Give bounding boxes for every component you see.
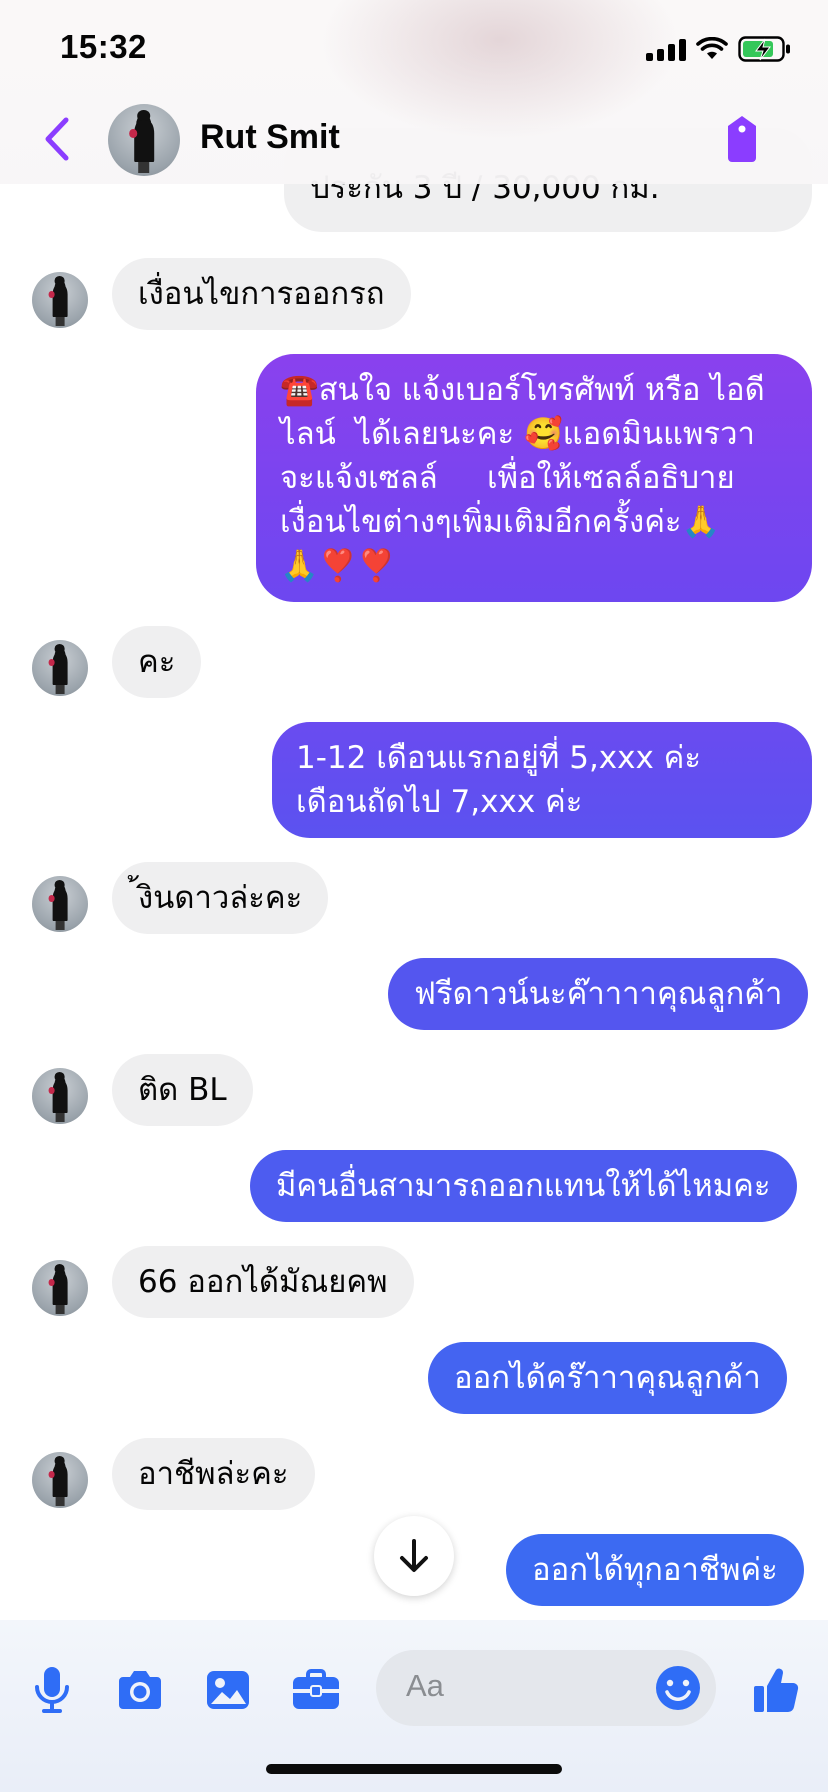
label-button[interactable] [722, 114, 762, 164]
thumbs-up-icon [754, 1668, 799, 1713]
gallery-button[interactable] [200, 1662, 256, 1718]
message-outgoing[interactable]: 1-12 เดือนแรกอยู่ที่ 5,xxx ค่ะ เดือนถัดไ… [272, 722, 812, 838]
contact-avatar-small[interactable] [32, 1260, 88, 1316]
microphone-button[interactable] [24, 1662, 80, 1718]
message-incoming[interactable]: ้งินดาวล่ะคะ [112, 862, 329, 934]
message-input-placeholder: Aa [406, 1668, 444, 1703]
message-list[interactable]: ประกัน 3 ปี / 30,000 กม. เงื่อนไขการออกร… [0, 0, 828, 1620]
contact-avatar-small[interactable] [32, 640, 88, 696]
message-incoming[interactable]: เงื่อนไขการออกรถ [112, 258, 411, 330]
camera-button[interactable] [112, 1662, 168, 1718]
message-outgoing[interactable]: ออกได้ทุกอาชีพค่ะ [506, 1534, 804, 1606]
message-incoming[interactable]: คะ [112, 626, 202, 698]
contact-avatar-small[interactable] [32, 1452, 88, 1508]
contact-name[interactable]: Rut Smit [200, 118, 340, 157]
emoji-button[interactable] [652, 1662, 704, 1714]
status-icons [646, 34, 792, 64]
message-outgoing[interactable]: มีคนอื่นสามารถออกแทนให้ได้ไหมคะ [250, 1150, 797, 1222]
message-outgoing[interactable]: ฟรีดาวน์นะค๊าาาาคุณลูกค้า [388, 958, 809, 1030]
chevron-left-icon [45, 117, 69, 161]
message-composer: Aa [0, 1620, 828, 1792]
image-icon [207, 1671, 249, 1709]
message-incoming[interactable]: ติด BL [112, 1054, 253, 1126]
message-outgoing[interactable]: ออกได้คร๊าาาคุณลูกค้า [428, 1342, 787, 1414]
cellular-signal-icon [646, 37, 686, 61]
camera-icon [119, 1671, 161, 1709]
business-tools-button[interactable] [288, 1662, 344, 1718]
briefcase-icon [293, 1669, 339, 1709]
battery-charging-icon [738, 36, 792, 62]
message-input[interactable]: Aa [376, 1650, 716, 1726]
contact-avatar[interactable] [108, 104, 180, 176]
message-outgoing[interactable]: ☎️สนใจ แจ้งเบอร์โทรศัพท์ หรือ ไอดีไลน์ ไ… [256, 354, 812, 602]
back-button[interactable] [38, 114, 78, 164]
tag-icon [728, 116, 756, 162]
contact-avatar-small[interactable] [32, 272, 88, 328]
conversation-header: 15:32 Rut Smit [0, 0, 828, 184]
smiley-icon [656, 1666, 700, 1710]
home-indicator [266, 1764, 562, 1774]
microphone-icon [35, 1667, 69, 1713]
arrow-down-icon [400, 1539, 428, 1572]
contact-avatar-small[interactable] [32, 876, 88, 932]
like-button[interactable] [748, 1662, 804, 1718]
message-incoming[interactable]: 66 ออกได้มัณยคพ [112, 1246, 414, 1318]
status-time: 15:32 [60, 28, 147, 65]
contact-avatar-small[interactable] [32, 1068, 88, 1124]
message-incoming[interactable]: อาชีพล่ะคะ [112, 1438, 315, 1510]
wifi-icon [696, 37, 728, 61]
scroll-to-bottom-button[interactable] [374, 1516, 454, 1596]
